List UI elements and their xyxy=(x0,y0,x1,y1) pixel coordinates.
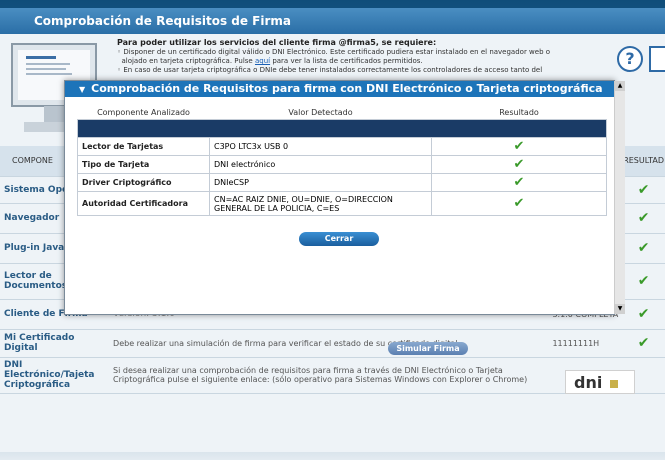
dni-logo-text: dni xyxy=(574,373,603,392)
requirement-bullet-2: ◦ En caso de usar tarjeta criptográfica … xyxy=(117,66,543,74)
dialog-component: Autoridad Certificadora xyxy=(77,191,210,216)
dialog-header-row: Componente Analizado Valor Detectado Res… xyxy=(77,105,607,120)
dialog-component: Tipo de Tarjeta xyxy=(77,155,210,174)
requirements-heading: Para poder utilizar los servicios del cl… xyxy=(117,38,437,47)
table-row: Mi Certificado Digital Debe realizar una… xyxy=(0,329,665,358)
check-icon: ✔ xyxy=(431,137,607,156)
bullet-2-text: En caso de usar tarjeta criptográfica o … xyxy=(123,66,543,74)
aqui-link[interactable]: aquí xyxy=(255,57,270,65)
dialog-scrollbar[interactable]: ▲ ▼ xyxy=(614,81,625,314)
dialog-value: DNIeCSP xyxy=(209,173,432,192)
row-extra: 11111111H xyxy=(551,329,623,358)
check-icon: ✔ xyxy=(431,155,607,174)
dialog-table: Componente Analizado Valor Detectado Res… xyxy=(77,105,607,216)
dialog-col-result: Resultado xyxy=(431,105,607,120)
help-secondary-icon[interactable] xyxy=(649,46,665,72)
check-icon: ✔ xyxy=(431,191,607,216)
row-label: Mi Certificado Digital xyxy=(0,329,113,358)
dialog-component: Driver Criptográfico xyxy=(77,173,210,192)
check-icon: ✔ xyxy=(622,203,665,234)
check-icon: ✔ xyxy=(622,263,665,300)
dialog-row: Driver Criptográfico DNIeCSP ✔ xyxy=(77,173,607,192)
row-value: Si desea realizar una comprobación de re… xyxy=(112,357,552,394)
bullet-1-line-a: Disponer de un certificado digital válid… xyxy=(123,48,551,56)
row-label: DNI Electrónico/Tajeta Criptográfica xyxy=(0,357,113,394)
dialog-row: Tipo de Tarjeta DNI electrónico ✔ xyxy=(77,155,607,174)
check-icon: ✔ xyxy=(622,233,665,264)
row-value: Debe realizar una simulación de firma pa… xyxy=(112,329,552,358)
collapse-triangle-icon[interactable]: ▼ xyxy=(79,85,85,94)
chip-icon xyxy=(610,380,619,388)
window-title: Comprobación de Requisitos de Firma xyxy=(0,8,665,34)
dialog-col-component: Componente Analizado xyxy=(77,105,210,120)
check-icon: ✔ xyxy=(622,329,665,358)
check-icon: ✔ xyxy=(431,173,607,192)
help-icon[interactable]: ? xyxy=(617,46,643,72)
dialog-header-bar xyxy=(77,119,607,138)
scroll-down-icon[interactable]: ▼ xyxy=(615,304,625,314)
dialog-value: DNI electrónico xyxy=(209,155,432,174)
requirements-intro: Para poder utilizar los servicios del cl… xyxy=(117,38,612,75)
dialog-title: Comprobación de Requisitos para firma co… xyxy=(91,82,603,95)
check-icon: ✔ xyxy=(622,176,665,204)
check-icon: ✔ xyxy=(622,299,665,330)
dnie-check-dialog: ▼ Comprobación de Requisitos para firma c… xyxy=(64,80,625,315)
scroll-up-icon[interactable]: ▲ xyxy=(615,81,625,91)
simular-firma-button[interactable]: Simular Firma xyxy=(388,342,468,355)
dialog-col-value: Valor Detectado xyxy=(209,105,432,120)
dialog-row: Lector de Tarjetas C3PO LTC3x USB 0 ✔ xyxy=(77,137,607,156)
dialog-value: C3PO LTC3x USB 0 xyxy=(209,137,432,156)
bullet-1-line-b: alojado en tarjeta criptográfica. Pulse xyxy=(121,57,255,65)
dialog-header-bar-cell xyxy=(77,119,607,138)
requirement-bullet-1: ◦ Disponer de un certificado digital vál… xyxy=(117,48,551,65)
dialog-component: Lector de Tarjetas xyxy=(77,137,210,156)
dialog-row: Autoridad Certificadora CN=AC RAIZ DNIE,… xyxy=(77,191,607,216)
cerrar-button[interactable]: Cerrar xyxy=(299,232,379,246)
dni-logo-button[interactable]: dni xyxy=(565,370,635,394)
dialog-title-bar: ▼ Comprobación de Requisitos para firma c… xyxy=(65,81,614,97)
bullet-1-line-c: para ver la lista de certificados permit… xyxy=(270,57,423,65)
reflection-fade xyxy=(0,398,665,460)
dialog-value: CN=AC RAIZ DNIE, OU=DNIE, O=DIRECCION GE… xyxy=(209,191,432,216)
col-result-header: RESULTAD xyxy=(622,146,665,177)
